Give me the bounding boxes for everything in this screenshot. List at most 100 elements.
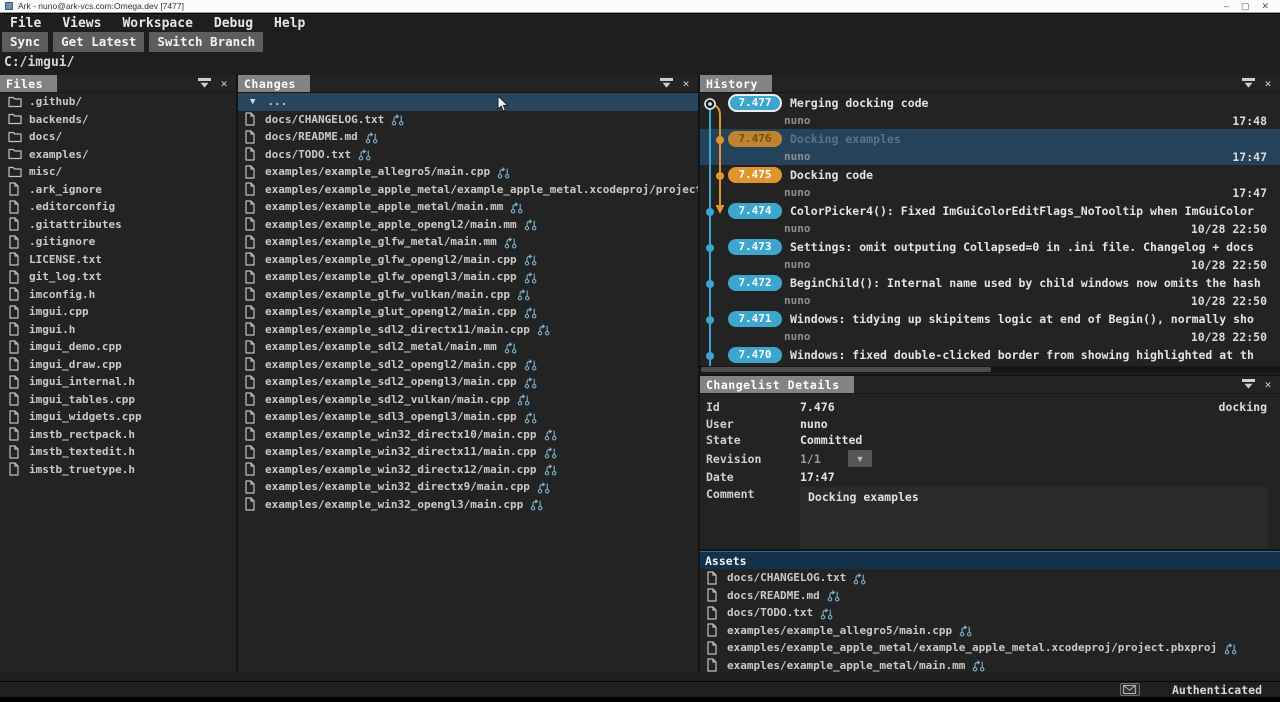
comment-field[interactable]: Docking examples — [800, 487, 1268, 549]
mail-icon[interactable] — [1120, 683, 1140, 696]
changed-file-row[interactable]: docs/README.md — [238, 128, 698, 146]
file-row[interactable]: imstb_textedit.h — [0, 443, 236, 461]
close-panel-icon[interactable]: ✕ — [1261, 379, 1275, 391]
file-row[interactable]: imgui_draw.cpp — [0, 356, 236, 374]
history-horizontal-scrollbar[interactable] — [700, 366, 1280, 373]
revision-dropdown-button[interactable]: ▼ — [848, 450, 872, 467]
changed-file-row[interactable]: examples/example_sdl2_directx11/main.cpp — [238, 321, 698, 339]
file-row[interactable]: .github/ — [0, 93, 236, 111]
file-row[interactable]: .gitattributes — [0, 216, 236, 234]
changed-file-row[interactable]: examples/example_sdl2_opengl2/main.cpp — [238, 356, 698, 374]
file-row[interactable]: imconfig.h — [0, 286, 236, 304]
file-row[interactable]: imgui_demo.cpp — [0, 338, 236, 356]
changed-file-row[interactable]: docs/CHANGELOG.txt — [238, 111, 698, 129]
file-row[interactable]: docs/ — [0, 128, 236, 146]
file-row[interactable]: .gitignore — [0, 233, 236, 251]
file-icon — [8, 322, 23, 336]
history-tab[interactable]: History — [700, 75, 772, 92]
changed-file-row[interactable]: examples/example_win32_opengl3/main.cpp — [238, 496, 698, 514]
file-row[interactable]: misc/ — [0, 163, 236, 181]
file-row[interactable]: backends/ — [0, 111, 236, 129]
file-row[interactable]: imgui.cpp — [0, 303, 236, 321]
changed-file-row[interactable]: examples/example_apple_opengl2/main.mm — [238, 216, 698, 234]
commit-row[interactable]: 7.475 Docking code nuno 17:47 — [700, 165, 1280, 201]
asset-row[interactable]: docs/README.md — [700, 587, 1280, 605]
branch-icon — [524, 217, 537, 231]
menu-item[interactable]: Workspace — [122, 16, 192, 31]
commit-time: 17:48 — [1232, 114, 1267, 128]
scrollbar-thumb[interactable] — [701, 367, 991, 372]
commit-row[interactable]: 7.471 Windows: tidying up skipitems logi… — [700, 309, 1280, 345]
file-row[interactable]: imstb_rectpack.h — [0, 426, 236, 444]
file-icon — [706, 658, 721, 672]
toolbar-button[interactable]: Get Latest — [53, 32, 144, 52]
changed-file-row[interactable]: examples/example_sdl2_vulkan/main.cpp — [238, 391, 698, 409]
close-panel-icon[interactable]: ✕ — [217, 78, 231, 90]
commit-row[interactable]: 7.473 Settings: omit outputing Collapsed… — [700, 237, 1280, 273]
changed-file-row[interactable]: examples/example_win32_directx11/main.cp… — [238, 443, 698, 461]
branch-icon — [517, 392, 530, 406]
filter-icon[interactable] — [197, 78, 211, 90]
changed-file-row[interactable]: examples/example_sdl2_opengl3/main.cpp — [238, 373, 698, 391]
file-row[interactable]: LICENSE.txt — [0, 251, 236, 269]
filter-icon[interactable] — [1241, 379, 1255, 391]
commit-author: nuno — [784, 114, 811, 127]
changed-file-row[interactable]: examples/example_sdl3_opengl3/main.cpp — [238, 408, 698, 426]
menu-item[interactable]: Views — [62, 16, 101, 31]
file-row[interactable]: git_log.txt — [0, 268, 236, 286]
file-row[interactable]: imstb_truetype.h — [0, 461, 236, 479]
changelist-details-tab[interactable]: Changelist Details — [700, 376, 854, 393]
changed-file-row[interactable]: examples/example_apple_metal/main.mm — [238, 198, 698, 216]
asset-row[interactable]: examples/example_apple_metal/main.mm — [700, 657, 1280, 673]
close-panel-icon[interactable]: ✕ — [1261, 78, 1275, 90]
toolbar-button[interactable]: Switch Branch — [149, 32, 263, 52]
branch-icon — [820, 606, 833, 620]
file-row[interactable]: imgui.h — [0, 321, 236, 339]
filter-icon[interactable] — [1241, 78, 1255, 90]
file-row[interactable]: .ark_ignore — [0, 181, 236, 199]
changed-file-row[interactable]: examples/example_glut_opengl2/main.cpp — [238, 303, 698, 321]
asset-row[interactable]: examples/example_apple_metal/example_app… — [700, 639, 1280, 657]
commit-row[interactable]: 7.470 Windows: fixed double-clicked bord… — [700, 345, 1280, 366]
commit-row[interactable]: 7.476 Docking examples nuno 17:47 — [700, 129, 1280, 165]
maximize-button[interactable]: ▢ — [1241, 1, 1250, 12]
asset-row[interactable]: docs/CHANGELOG.txt — [700, 569, 1280, 587]
file-row[interactable]: imgui_internal.h — [0, 373, 236, 391]
changed-file-row[interactable]: examples/example_glfw_opengl3/main.cpp — [238, 268, 698, 286]
close-button[interactable]: ✕ — [1261, 1, 1269, 12]
close-panel-icon[interactable]: ✕ — [679, 78, 693, 90]
changed-file-row[interactable]: examples/example_win32_directx9/main.cpp — [238, 478, 698, 496]
commit-row[interactable]: 7.472 BeginChild(): Internal name used b… — [700, 273, 1280, 309]
chevron-down-icon: ▼ — [250, 97, 255, 107]
file-row[interactable]: imgui_tables.cpp — [0, 391, 236, 409]
changed-file-row[interactable]: examples/example_glfw_metal/main.mm — [238, 233, 698, 251]
changed-file-row[interactable]: examples/example_sdl2_metal/main.mm — [238, 338, 698, 356]
changed-file-row[interactable]: examples/example_apple_metal/example_app… — [238, 181, 698, 199]
file-row[interactable]: .editorconfig — [0, 198, 236, 216]
assets-panel: Assets docs/CHANGELOG.txt docs/README.md — [700, 551, 1280, 672]
file-icon — [8, 375, 23, 389]
changed-file-row[interactable]: docs/TODO.txt — [238, 146, 698, 164]
asset-row[interactable]: examples/example_allegro5/main.cpp — [700, 622, 1280, 640]
files-tab[interactable]: Files — [0, 75, 57, 92]
minimize-button[interactable]: – — [1224, 1, 1229, 12]
changed-file-row[interactable]: examples/example_win32_directx10/main.cp… — [238, 426, 698, 444]
changes-expander-row[interactable]: ▼ ... — [238, 93, 698, 111]
changed-file-row[interactable]: examples/example_glfw_opengl2/main.cpp — [238, 251, 698, 269]
commit-row[interactable]: 7.477 Merging docking code nuno 17:48 — [700, 93, 1280, 129]
changed-file-row[interactable]: examples/example_win32_directx12/main.cp… — [238, 461, 698, 479]
changed-file-row[interactable]: examples/example_allegro5/main.cpp — [238, 163, 698, 181]
file-row[interactable]: imgui_widgets.cpp — [0, 408, 236, 426]
toolbar-button[interactable]: Sync — [2, 32, 48, 52]
changes-tab[interactable]: Changes — [238, 75, 310, 92]
commit-row[interactable]: 7.474 ColorPicker4(): Fixed ImGuiColorEd… — [700, 201, 1280, 237]
file-icon — [8, 427, 23, 441]
changed-file-row[interactable]: examples/example_glfw_vulkan/main.cpp — [238, 286, 698, 304]
asset-row[interactable]: docs/TODO.txt — [700, 604, 1280, 622]
comment-label: Comment — [706, 487, 800, 549]
filter-icon[interactable] — [659, 78, 673, 90]
file-row[interactable]: examples/ — [0, 146, 236, 164]
menu-item[interactable]: File — [10, 16, 41, 31]
menu-item[interactable]: Help — [274, 16, 305, 31]
menu-item[interactable]: Debug — [214, 16, 253, 31]
